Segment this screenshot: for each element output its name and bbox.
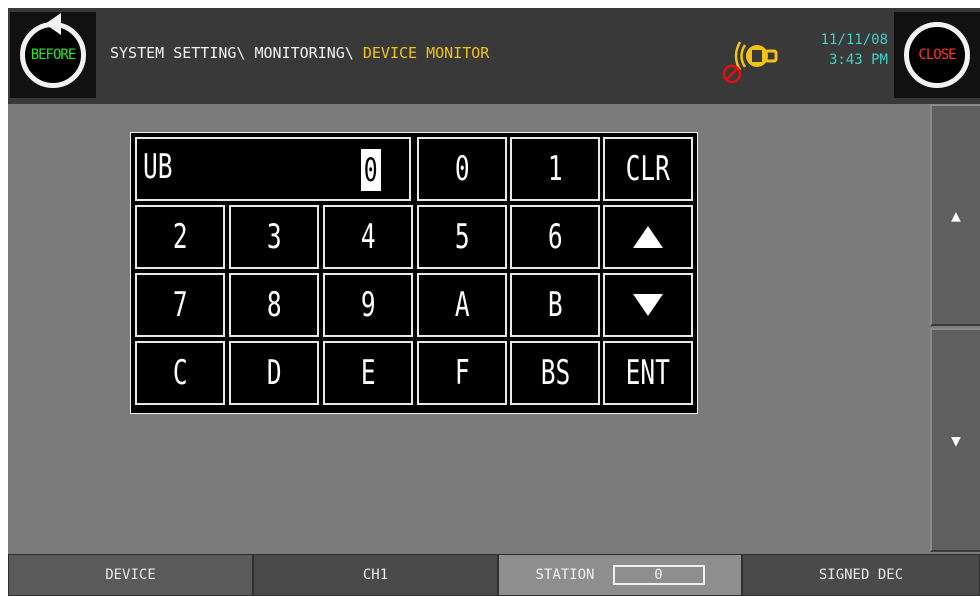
key-9[interactable]: 9	[323, 273, 413, 337]
key-label: 6	[547, 217, 563, 257]
key-label: D	[266, 353, 282, 393]
arrow-tip-icon	[45, 13, 61, 35]
key-b[interactable]: B	[510, 273, 600, 337]
station-input[interactable]: 0	[612, 565, 705, 585]
close-label: CLOSE	[918, 47, 956, 63]
key-a[interactable]: A	[417, 273, 507, 337]
key-label: 0	[454, 149, 470, 189]
station-label: STATION	[535, 567, 595, 583]
alarm-bell-muted-icon[interactable]	[722, 36, 782, 84]
key-label: A	[454, 285, 470, 325]
breadcrumb-current: DEVICE MONITOR	[362, 44, 490, 62]
key-label: C	[172, 353, 188, 393]
key-label: ENT	[625, 353, 671, 393]
key-f[interactable]: F	[417, 341, 507, 405]
up-arrow-icon: ▲	[951, 205, 961, 225]
key-3[interactable]: 3	[229, 205, 319, 269]
key-0[interactable]: 0	[417, 137, 507, 201]
key-label: 7	[172, 285, 188, 325]
key-label: 9	[360, 285, 376, 325]
key-label: E	[360, 353, 376, 393]
keypad: UB 0 0 1 CLR 2 3 4 5 6 7 8 9 A B C D E F…	[130, 132, 698, 414]
key-1[interactable]: 1	[510, 137, 600, 201]
key-8[interactable]: 8	[229, 273, 319, 337]
down-triangle-icon	[633, 294, 663, 316]
station-tab[interactable]: STATION 0	[498, 554, 742, 596]
date-text: 11/11/08	[820, 32, 888, 48]
down-arrow-icon: ▼	[951, 430, 961, 450]
key-label: CLR	[625, 149, 671, 189]
key-up[interactable]	[603, 205, 693, 269]
time-text: 3:43 PM	[828, 52, 888, 68]
device-tab-label: DEVICE	[105, 567, 156, 583]
value-text: 0	[364, 151, 378, 189]
key-2[interactable]: 2	[135, 205, 225, 269]
key-c[interactable]: C	[135, 341, 225, 405]
key-label: B	[547, 285, 563, 325]
key-label: 3	[266, 217, 282, 257]
key-5[interactable]: 5	[417, 205, 507, 269]
datetime: 11/11/08 3:43 PM	[788, 30, 888, 70]
key-label: 2	[172, 217, 188, 257]
device-tab[interactable]: DEVICE	[8, 554, 253, 596]
key-d[interactable]: D	[229, 341, 319, 405]
key-label: 4	[360, 217, 376, 257]
close-button[interactable]: CLOSE	[894, 12, 980, 98]
up-triangle-icon	[633, 226, 663, 248]
key-ent[interactable]: ENT	[603, 341, 693, 405]
back-arrow-icon: BEFORE	[20, 13, 86, 88]
ch1-tab[interactable]: CH1	[253, 554, 498, 596]
header-bar: BEFORE SYSTEM SETTING\ MONITORING\ DEVIC…	[8, 8, 980, 104]
key-clr[interactable]: CLR	[603, 137, 693, 201]
ch1-tab-label: CH1	[362, 567, 389, 583]
footer-bar: DEVICE CH1 STATION 0 SIGNED DEC	[8, 554, 980, 596]
hmi-screen: BEFORE SYSTEM SETTING\ MONITORING\ DEVIC…	[8, 8, 980, 596]
key-label: 1	[547, 149, 563, 189]
key-label: 5	[454, 217, 470, 257]
device-name-text: UB	[143, 147, 173, 187]
key-label: BS	[540, 353, 570, 393]
key-4[interactable]: 4	[323, 205, 413, 269]
scroll-down-button[interactable]: ▼	[930, 328, 980, 552]
before-label: BEFORE	[30, 47, 77, 63]
key-down[interactable]	[603, 273, 693, 337]
value-cursor: 0	[361, 149, 381, 191]
key-7[interactable]: 7	[135, 273, 225, 337]
close-ring-icon: CLOSE	[904, 22, 970, 88]
value-display[interactable]: UB 0	[135, 137, 411, 201]
key-6[interactable]: 6	[510, 205, 600, 269]
breadcrumb: SYSTEM SETTING\ MONITORING\ DEVICE MONIT…	[110, 44, 489, 62]
signed-dec-label: SIGNED DEC	[818, 567, 904, 583]
key-e[interactable]: E	[323, 341, 413, 405]
before-button[interactable]: BEFORE	[10, 12, 96, 98]
key-label: 8	[266, 285, 282, 325]
key-label: F	[454, 353, 470, 393]
breadcrumb-path: SYSTEM SETTING\ MONITORING\	[110, 44, 363, 62]
key-bs[interactable]: BS	[510, 341, 600, 405]
signed-dec-tab[interactable]: SIGNED DEC	[742, 554, 980, 596]
scroll-up-button[interactable]: ▲	[930, 104, 980, 326]
